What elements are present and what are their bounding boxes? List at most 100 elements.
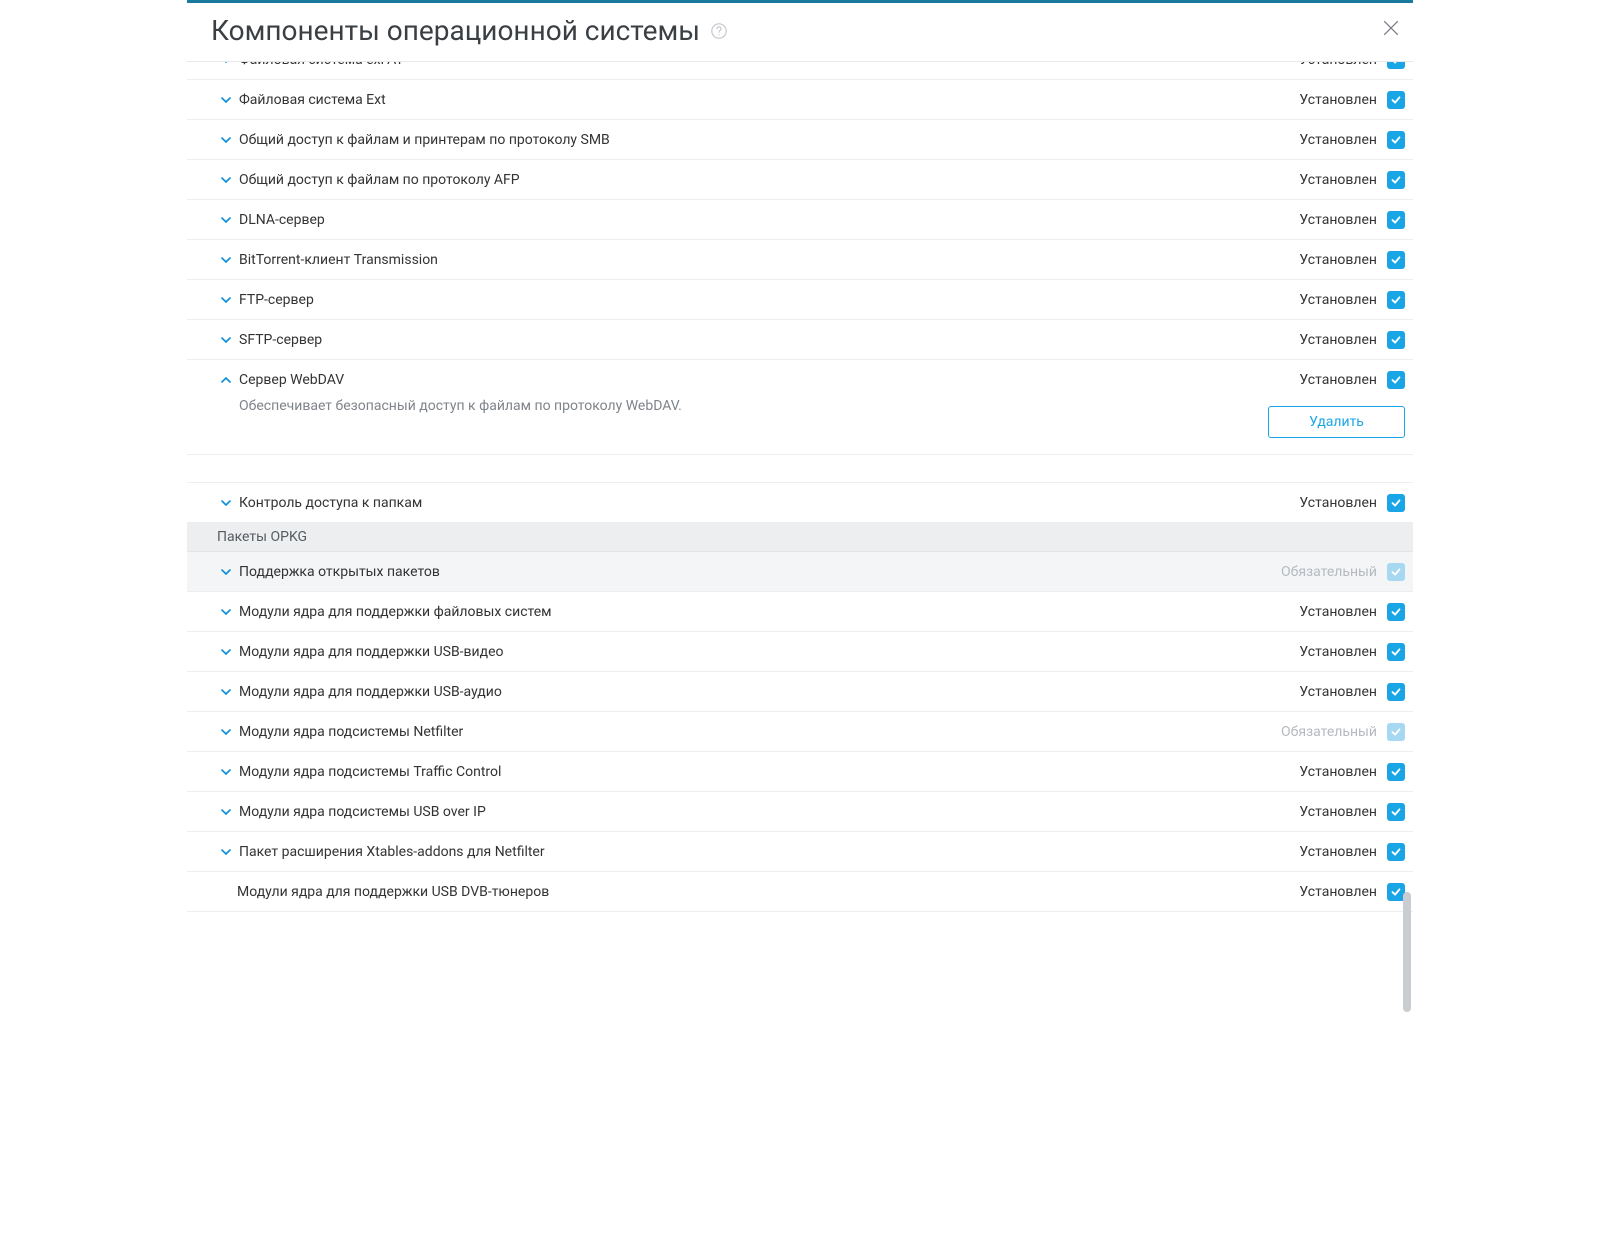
chevron-down-icon[interactable] (217, 646, 235, 658)
component-status: Установлен (1299, 604, 1377, 620)
component-status: Установлен (1299, 372, 1377, 388)
component-status: Установлен (1299, 764, 1377, 780)
chevron-down-icon[interactable] (217, 174, 235, 186)
chevron-down-icon[interactable] (217, 566, 235, 578)
component-checkbox[interactable] (1387, 371, 1405, 389)
component-checkbox[interactable] (1387, 643, 1405, 661)
component-description: Обеспечивает безопасный доступ к файлам … (217, 398, 1268, 414)
scrollbar-thumb[interactable] (1403, 892, 1411, 1012)
close-button[interactable] (1373, 10, 1409, 46)
component-row[interactable]: Модули ядра для поддержки USB DVB-тюнеро… (187, 872, 1413, 912)
component-status: Установлен (1299, 212, 1377, 228)
component-label: Общий доступ к файлам и принтерам по про… (239, 132, 1299, 148)
chevron-down-icon[interactable] (217, 766, 235, 778)
component-status: Установлен (1299, 292, 1377, 308)
component-status: Установлен (1299, 804, 1377, 820)
component-label: Модули ядра для поддержки файловых систе… (239, 604, 1299, 620)
component-checkbox[interactable] (1387, 131, 1405, 149)
chevron-down-icon[interactable] (217, 686, 235, 698)
chevron-down-icon[interactable] (217, 606, 235, 618)
component-row[interactable]: Модули ядра для поддержки USB-видеоУстан… (187, 632, 1413, 672)
chevron-down-icon[interactable] (217, 62, 235, 66)
component-status: Установлен (1299, 844, 1377, 860)
chevron-down-icon[interactable] (217, 94, 235, 106)
component-checkbox (1387, 723, 1405, 741)
component-row[interactable]: Файловая система exFATУстановлен (187, 62, 1413, 80)
component-label: Сервер WebDAV (239, 372, 1299, 388)
component-label: BitTorrent-клиент Transmission (239, 252, 1299, 268)
component-row[interactable]: Модули ядра подсистемы Traffic ControlУс… (187, 752, 1413, 792)
help-icon[interactable] (710, 22, 728, 40)
component-checkbox (1387, 563, 1405, 581)
component-row[interactable]: FTP-серверУстановлен (187, 280, 1413, 320)
component-status: Установлен (1299, 172, 1377, 188)
component-row[interactable]: DLNA-серверУстановлен (187, 200, 1413, 240)
chevron-down-icon[interactable] (217, 497, 235, 509)
component-label: Модули ядра для поддержки USB-аудио (239, 684, 1299, 700)
component-label: FTP-сервер (239, 292, 1299, 308)
component-label: Модули ядра подсистемы Netfilter (239, 724, 1281, 740)
chevron-up-icon[interactable] (217, 374, 235, 386)
component-label: Общий доступ к файлам по протоколу AFP (239, 172, 1299, 188)
component-checkbox[interactable] (1387, 803, 1405, 821)
component-checkbox[interactable] (1387, 171, 1405, 189)
component-label: Пакет расширения Xtables-addons для Netf… (239, 844, 1299, 860)
component-label: SFTP-сервер (239, 332, 1299, 348)
chevron-down-icon[interactable] (217, 806, 235, 818)
chevron-down-icon[interactable] (217, 726, 235, 738)
component-label: Файловая система exFAT (239, 62, 1299, 68)
component-status: Установлен (1299, 884, 1377, 900)
component-status: Установлен (1299, 332, 1377, 348)
component-row[interactable]: BitTorrent-клиент TransmissionУстановлен (187, 240, 1413, 280)
chevron-down-icon[interactable] (217, 846, 235, 858)
chevron-down-icon[interactable] (217, 294, 235, 306)
component-row-expanded: Сервер WebDAVУстановлен Обеспечивает без… (187, 360, 1413, 455)
chevron-down-icon[interactable] (217, 214, 235, 226)
chevron-down-icon[interactable] (217, 334, 235, 346)
component-checkbox[interactable] (1387, 603, 1405, 621)
component-checkbox[interactable] (1387, 62, 1405, 69)
component-label: Модули ядра для поддержки USB DVB-тюнеро… (237, 884, 1299, 900)
component-row[interactable]: Общий доступ к файлам по протоколу AFPУс… (187, 160, 1413, 200)
component-checkbox[interactable] (1387, 494, 1405, 512)
component-label: Модули ядра для поддержки USB-видео (239, 644, 1299, 660)
component-checkbox[interactable] (1387, 291, 1405, 309)
component-row[interactable]: Поддержка открытых пакетовОбязательный (187, 552, 1413, 592)
component-status: Установлен (1299, 684, 1377, 700)
component-checkbox[interactable] (1387, 251, 1405, 269)
component-checkbox[interactable] (1387, 211, 1405, 229)
chevron-down-icon[interactable] (217, 134, 235, 146)
component-label: Поддержка открытых пакетов (239, 564, 1281, 580)
component-status: Установлен (1299, 92, 1377, 108)
section-header: Пакеты OPKG (187, 523, 1413, 552)
component-label: Модули ядра подсистемы USB over IP (239, 804, 1299, 820)
chevron-down-icon[interactable] (217, 254, 235, 266)
component-status: Установлен (1299, 132, 1377, 148)
dialog-title: Компоненты операционной системы (211, 14, 700, 47)
component-row[interactable]: Модули ядра для поддержки файловых систе… (187, 592, 1413, 632)
component-status: Установлен (1299, 252, 1377, 268)
component-label: Модули ядра подсистемы Traffic Control (239, 764, 1299, 780)
component-row[interactable]: Контроль доступа к папкамУстановлен (187, 483, 1413, 523)
component-row[interactable]: Модули ядра подсистемы USB over IPУстано… (187, 792, 1413, 832)
delete-button[interactable]: Удалить (1268, 406, 1405, 438)
component-status: Установлен (1299, 495, 1377, 511)
component-row[interactable]: Общий доступ к файлам и принтерам по про… (187, 120, 1413, 160)
component-row[interactable]: Файловая система ExtУстановлен (187, 80, 1413, 120)
component-label: Файловая система Ext (239, 92, 1299, 108)
component-status: Обязательный (1281, 724, 1377, 740)
component-label: DLNA-сервер (239, 212, 1299, 228)
component-checkbox[interactable] (1387, 763, 1405, 781)
component-checkbox[interactable] (1387, 843, 1405, 861)
component-row[interactable]: Модули ядра для поддержки USB-аудиоУстан… (187, 672, 1413, 712)
component-status: Обязательный (1281, 564, 1377, 580)
component-row[interactable]: Модули ядра подсистемы NetfilterОбязател… (187, 712, 1413, 752)
component-checkbox[interactable] (1387, 91, 1405, 109)
component-status: Установлен (1299, 62, 1377, 68)
component-status: Установлен (1299, 644, 1377, 660)
component-checkbox[interactable] (1387, 683, 1405, 701)
component-row[interactable]: SFTP-серверУстановлен (187, 320, 1413, 360)
component-checkbox[interactable] (1387, 331, 1405, 349)
component-row[interactable]: Пакет расширения Xtables-addons для Netf… (187, 832, 1413, 872)
component-label: Контроль доступа к папкам (239, 495, 1299, 511)
